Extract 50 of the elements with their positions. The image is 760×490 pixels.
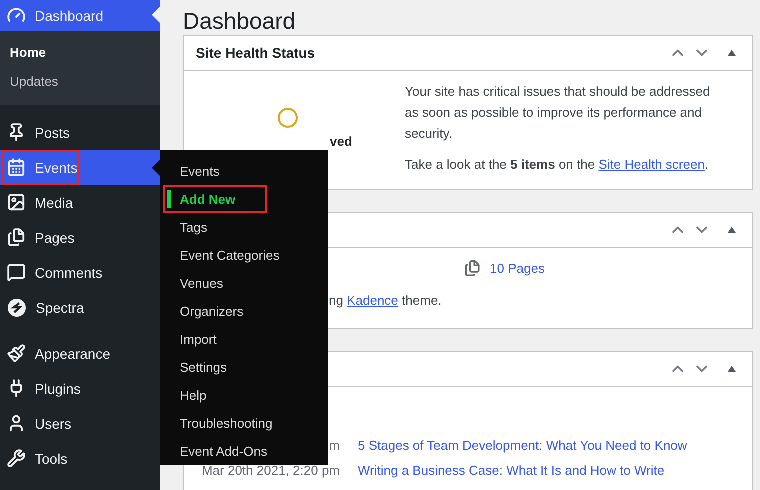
image-icon	[7, 193, 26, 212]
flyout-item[interactable]: Tags	[160, 213, 328, 241]
user-icon	[7, 414, 26, 433]
health-prompt: Take a look at the 5 items on the Site Health screen.	[405, 156, 710, 174]
dashboard-icon	[7, 6, 26, 25]
sidebar-item[interactable]: Spectra	[0, 290, 160, 325]
pages-icon	[464, 260, 481, 277]
sidebar-item[interactable]: Events	[0, 150, 160, 185]
sidebar-item[interactable]: Appearance	[0, 336, 160, 371]
pages-icon	[7, 228, 26, 247]
submenu-item[interactable]: Updates	[0, 67, 160, 96]
speech-bubble-icon	[7, 263, 26, 282]
spectra-icon	[7, 298, 27, 318]
post-link[interactable]: Writing a Business Case: What It Is and How to Write	[358, 463, 740, 478]
sidebar-item[interactable]: Comments	[0, 255, 160, 290]
pin-icon	[7, 123, 26, 142]
panel-title: Site Health Status	[196, 45, 316, 61]
page-title: Dashboard	[183, 8, 297, 35]
post-date: m	[329, 438, 340, 453]
flyout-item[interactable]: Event Categories	[160, 241, 328, 269]
flyout-item[interactable]: Import	[160, 325, 328, 353]
theme-text: ng Kadence theme.	[329, 293, 443, 308]
health-status: ved	[330, 134, 354, 149]
wrench-icon	[7, 449, 26, 468]
progress-ring-icon	[278, 108, 298, 128]
theme-link[interactable]: Kadence	[347, 293, 398, 308]
sidebar-item[interactable]: Media	[0, 185, 160, 220]
flyout-item[interactable]: Events	[160, 157, 328, 185]
flyout-item[interactable]: Help	[160, 381, 328, 409]
sidebar-item[interactable]: Plugins	[0, 371, 160, 406]
flyout-item[interactable]: Troubleshooting	[160, 409, 328, 437]
post-date: Mar 20th 2021, 2:20 pm	[202, 463, 340, 478]
flyout-item[interactable]: Add New	[160, 185, 328, 213]
post-link[interactable]: 5 Stages of Team Development: What You Need to Know	[358, 438, 740, 453]
sidebar-item[interactable]: Posts	[0, 115, 160, 150]
submenu-item[interactable]: Home	[0, 38, 160, 67]
flyout-item[interactable]: Organizers	[160, 297, 328, 325]
flyout-item[interactable]: Event Add-Ons	[160, 437, 328, 465]
health-message: Your site has critical issues that should be addressed as soon as possible to improve its performance and security.	[405, 83, 712, 143]
flyout-item[interactable]: Settings	[160, 353, 328, 381]
sidebar-item[interactable]: Dashboard	[0, 0, 160, 31]
current-page-pointer	[152, 7, 160, 23]
sidebar-item[interactable]: Users	[0, 406, 160, 441]
site-health-link[interactable]: Site Health screen	[598, 157, 705, 172]
flyout-item[interactable]: Venues	[160, 269, 328, 297]
paintbrush-icon	[7, 344, 26, 363]
sidebar-item[interactable]: Pages	[0, 220, 160, 255]
pages-count-link[interactable]: 10 Pages	[464, 260, 740, 277]
calendar-icon	[7, 158, 26, 177]
sidebar-item[interactable]: Tools	[0, 441, 160, 476]
